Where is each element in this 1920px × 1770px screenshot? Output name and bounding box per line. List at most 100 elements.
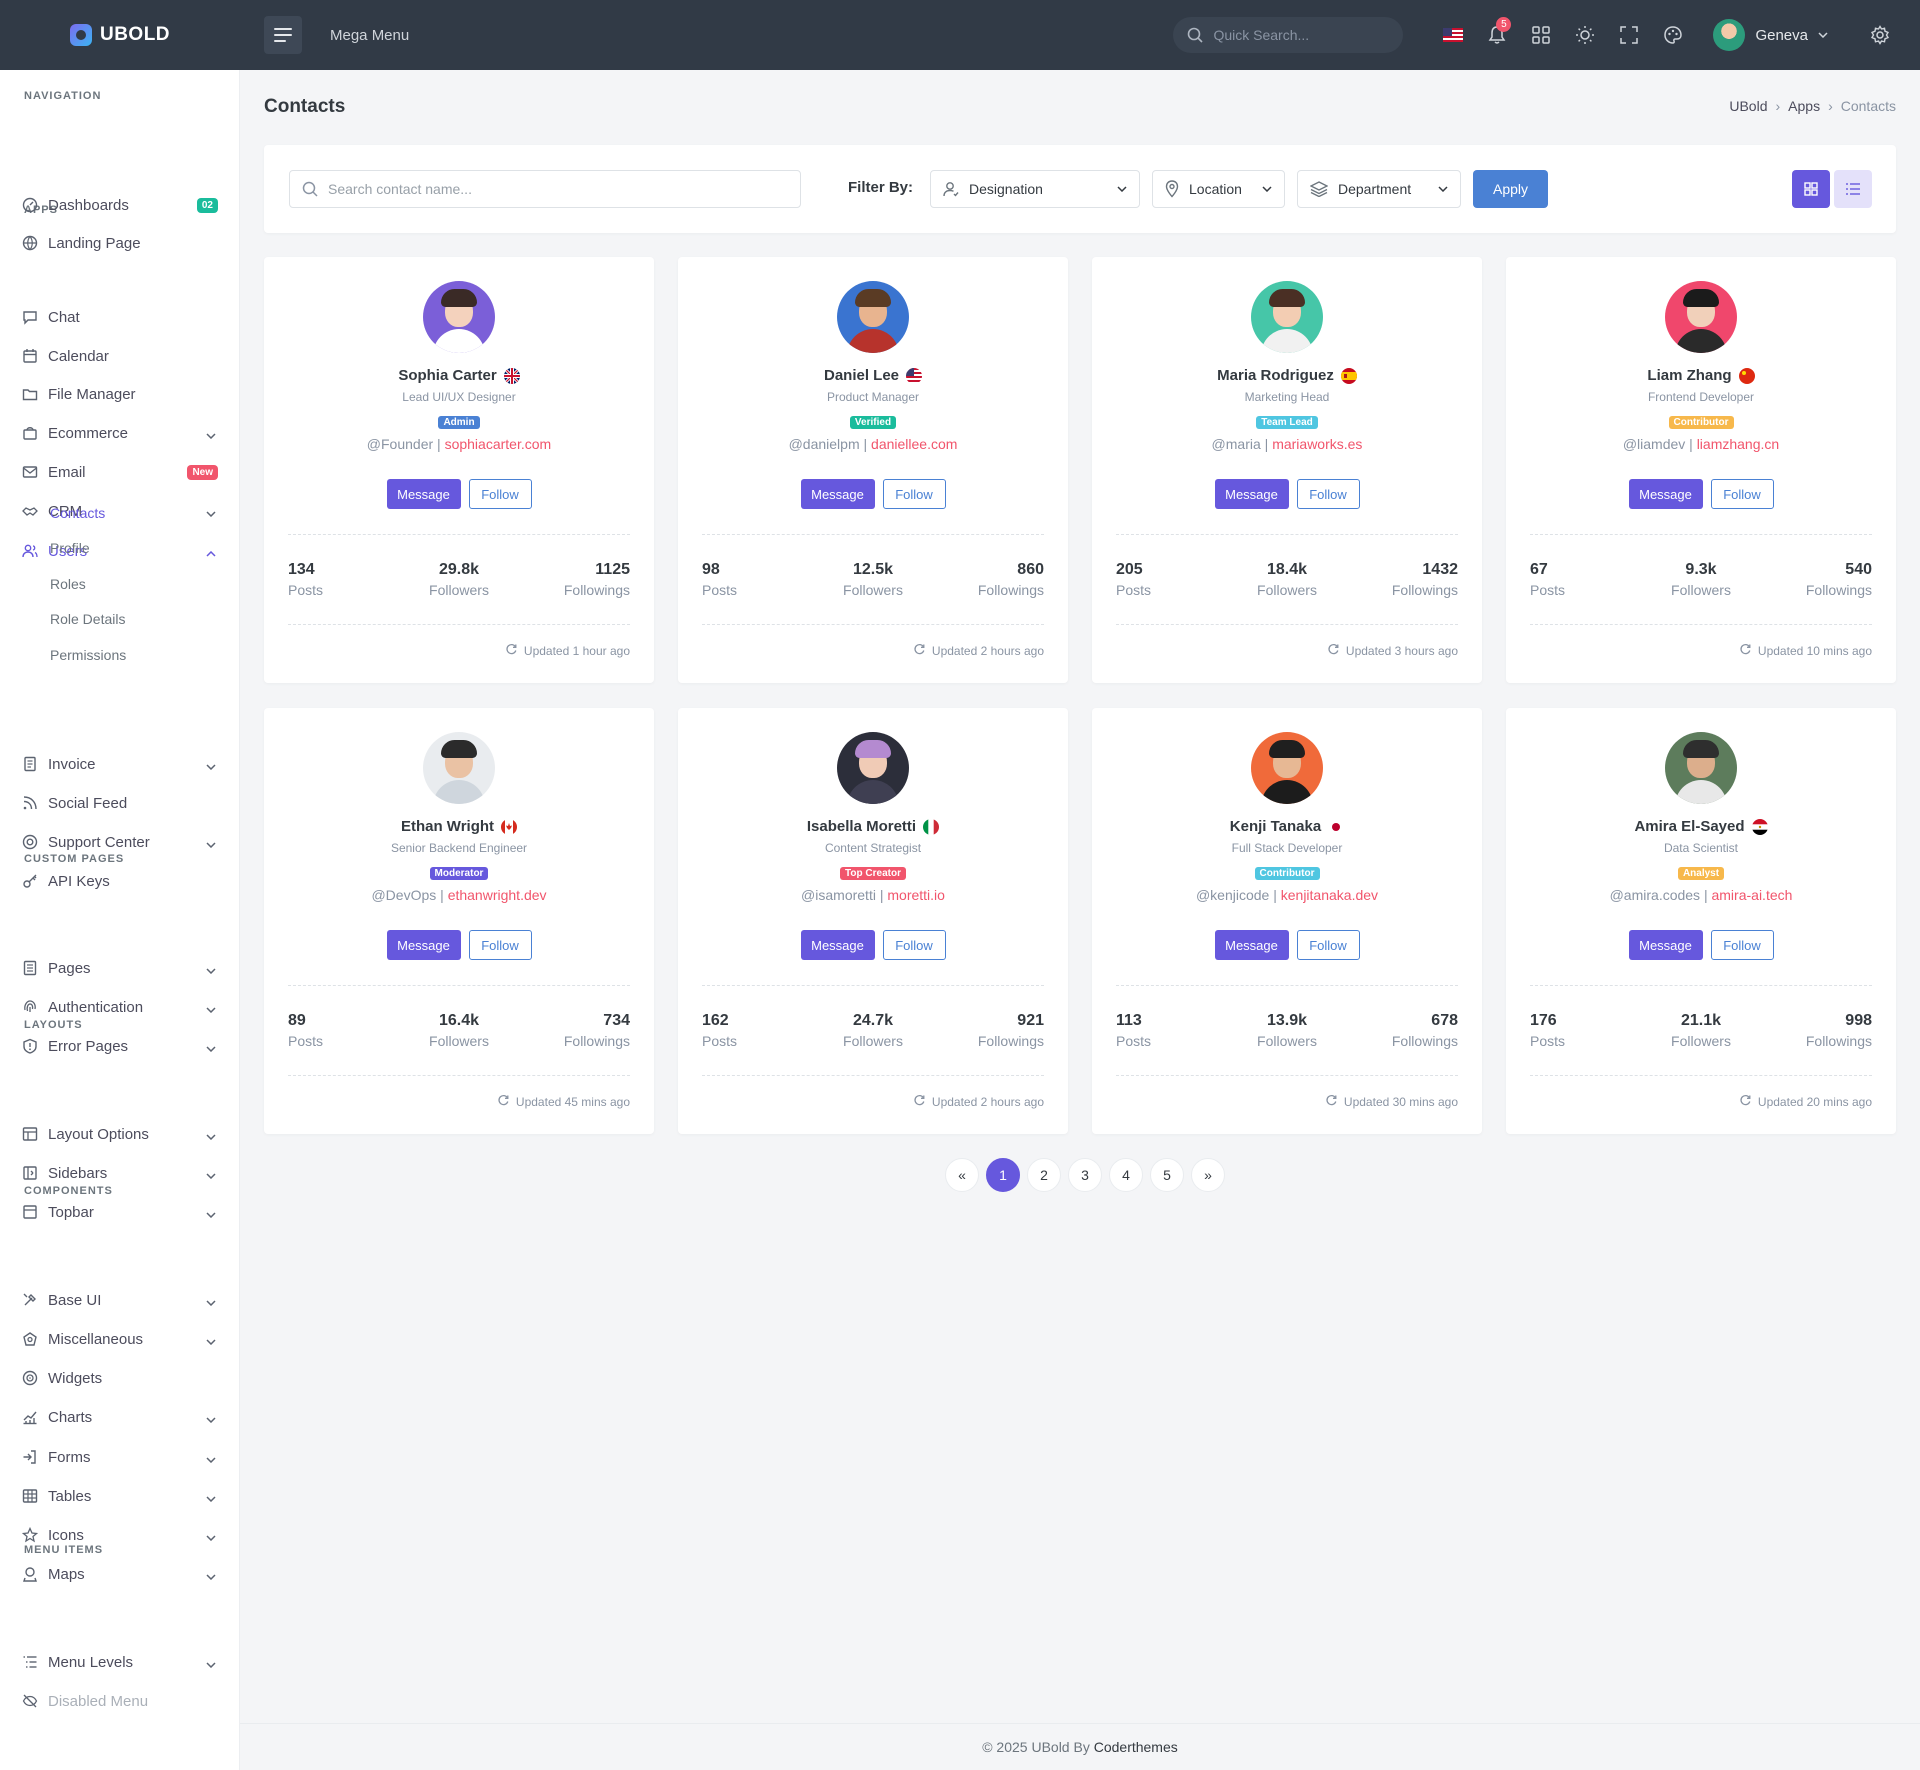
sidebar-subitem-permissions[interactable]: Permissions xyxy=(50,647,126,663)
contact-name[interactable]: Isabella Moretti xyxy=(807,818,916,835)
language-selector[interactable] xyxy=(1431,13,1475,57)
sidebar-item-sidebars[interactable]: Sidebars xyxy=(0,1156,240,1190)
palette-button[interactable] xyxy=(1651,13,1695,57)
sidebar-item-support-center[interactable]: Support Center xyxy=(0,825,240,859)
message-button[interactable]: Message xyxy=(1214,930,1289,960)
sidebar-item-maps[interactable]: Maps xyxy=(0,1557,240,1591)
footer-company-link[interactable]: Coderthemes xyxy=(1094,1739,1178,1755)
pagination-next-button[interactable]: » xyxy=(1191,1158,1225,1192)
sidebar-item-authentication[interactable]: Authentication xyxy=(0,990,240,1024)
contact-name[interactable]: Sophia Carter xyxy=(398,367,496,384)
settings-button[interactable] xyxy=(1858,13,1902,57)
message-button[interactable]: Message xyxy=(386,479,461,509)
contact-avatar[interactable] xyxy=(1251,732,1323,804)
sidebar-item-landing-page[interactable]: Landing Page xyxy=(0,226,240,260)
sidebar-item-social-feed[interactable]: Social Feed xyxy=(0,786,240,820)
pagination-page-1[interactable]: 1 xyxy=(986,1158,1020,1192)
sidebar-item-dashboards[interactable]: Dashboards 02 xyxy=(0,188,240,222)
location-select[interactable]: Location xyxy=(1152,170,1285,208)
message-button[interactable]: Message xyxy=(1628,930,1703,960)
contact-website-link[interactable]: moretti.io xyxy=(887,887,945,903)
sidebar-subitem-contacts[interactable]: Contacts xyxy=(50,505,105,521)
contact-avatar[interactable] xyxy=(1665,281,1737,353)
contact-avatar[interactable] xyxy=(1251,281,1323,353)
contact-website-link[interactable]: ethanwright.dev xyxy=(448,887,547,903)
contact-name[interactable]: Daniel Lee xyxy=(824,367,899,384)
follow-button[interactable]: Follow xyxy=(1710,930,1774,960)
follow-button[interactable]: Follow xyxy=(882,930,946,960)
follow-button[interactable]: Follow xyxy=(468,930,532,960)
message-button[interactable]: Message xyxy=(1214,479,1289,509)
contact-website-link[interactable]: kenjitanaka.dev xyxy=(1281,887,1378,903)
follow-button[interactable]: Follow xyxy=(1296,479,1360,509)
contact-name[interactable]: Amira El-Sayed xyxy=(1634,818,1744,835)
designation-select[interactable]: Designation xyxy=(930,170,1140,208)
fullscreen-button[interactable] xyxy=(1607,13,1651,57)
pagination-prev-button[interactable]: « xyxy=(945,1158,979,1192)
sidebar-item-pages[interactable]: Pages xyxy=(0,951,240,985)
follow-button[interactable]: Follow xyxy=(1710,479,1774,509)
contact-website-link[interactable]: liamzhang.cn xyxy=(1697,436,1780,452)
contact-avatar[interactable] xyxy=(837,732,909,804)
sidebar-item-error-pages[interactable]: Error Pages xyxy=(0,1029,240,1063)
sidebar-item-email[interactable]: Email New xyxy=(0,455,240,489)
sidebar-item-icons[interactable]: Icons xyxy=(0,1518,240,1552)
message-button[interactable]: Message xyxy=(1628,479,1703,509)
contact-avatar[interactable] xyxy=(837,281,909,353)
sidebar-subitem-role-details[interactable]: Role Details xyxy=(50,611,125,627)
pagination-page-5[interactable]: 5 xyxy=(1150,1158,1184,1192)
contact-website-link[interactable]: amira-ai.tech xyxy=(1711,887,1792,903)
sidebar-item-miscellaneous[interactable]: Miscellaneous xyxy=(0,1322,240,1356)
sidebar-item-layout-options[interactable]: Layout Options xyxy=(0,1117,240,1151)
contact-website-link[interactable]: daniellee.com xyxy=(871,436,957,452)
sidebar-item-charts[interactable]: Charts xyxy=(0,1400,240,1434)
quick-search-input[interactable]: Quick Search... xyxy=(1173,17,1404,53)
sidebar-item-widgets[interactable]: Widgets xyxy=(0,1361,240,1395)
contact-name[interactable]: Ethan Wright xyxy=(401,818,494,835)
follow-button[interactable]: Follow xyxy=(468,479,532,509)
menu-toggle-button[interactable] xyxy=(264,16,302,54)
contact-website-link[interactable]: mariaworks.es xyxy=(1272,436,1362,452)
theme-toggle-button[interactable] xyxy=(1563,13,1607,57)
contact-name[interactable]: Maria Rodriguez xyxy=(1217,367,1334,384)
pagination-page-2[interactable]: 2 xyxy=(1027,1158,1061,1192)
sidebar-item-forms[interactable]: Forms xyxy=(0,1440,240,1474)
breadcrumb-ubold[interactable]: UBold xyxy=(1729,98,1767,114)
follow-button[interactable]: Follow xyxy=(1296,930,1360,960)
department-select[interactable]: Department xyxy=(1297,170,1461,208)
contact-search-input[interactable]: Search contact name... xyxy=(289,170,801,208)
brand-logo[interactable]: UBOLD xyxy=(0,24,240,46)
sidebar-item-base-ui[interactable]: Base UI xyxy=(0,1283,240,1317)
sidebar-item-ecommerce[interactable]: Ecommerce xyxy=(0,416,240,450)
sidebar-item-chat[interactable]: Chat xyxy=(0,300,240,334)
message-button[interactable]: Message xyxy=(386,930,461,960)
pagination-page-3[interactable]: 3 xyxy=(1068,1158,1102,1192)
apps-button[interactable] xyxy=(1519,13,1563,57)
message-button[interactable]: Message xyxy=(800,930,875,960)
pagination-page-4[interactable]: 4 xyxy=(1109,1158,1143,1192)
apply-filters-button[interactable]: Apply xyxy=(1473,170,1548,208)
follow-button[interactable]: Follow xyxy=(882,479,946,509)
sidebar-subitem-profile[interactable]: Profile xyxy=(50,540,90,556)
list-view-button[interactable] xyxy=(1834,170,1872,208)
contact-avatar[interactable] xyxy=(1665,732,1737,804)
message-button[interactable]: Message xyxy=(800,479,875,509)
sidebar-item-file-manager[interactable]: File Manager xyxy=(0,377,240,411)
sidebar-item-calendar[interactable]: Calendar xyxy=(0,339,240,373)
sidebar-item-invoice[interactable]: Invoice xyxy=(0,747,240,781)
mega-menu-link[interactable]: Mega Menu xyxy=(330,27,409,44)
sidebar-item-api-keys[interactable]: API Keys xyxy=(0,864,240,898)
sidebar-item-topbar[interactable]: Topbar xyxy=(0,1195,240,1229)
sidebar-item-users[interactable]: Users xyxy=(0,534,240,568)
grid-view-button[interactable] xyxy=(1792,170,1830,208)
user-menu[interactable]: Geneva xyxy=(1713,19,1828,51)
contact-avatar[interactable] xyxy=(423,281,495,353)
notifications-button[interactable]: 5 xyxy=(1475,13,1519,57)
contact-avatar[interactable] xyxy=(423,732,495,804)
sidebar-item-tables[interactable]: Tables xyxy=(0,1479,240,1513)
sidebar-subitem-roles[interactable]: Roles xyxy=(50,576,86,592)
breadcrumb-apps[interactable]: Apps xyxy=(1788,98,1820,114)
contact-website-link[interactable]: sophiacarter.com xyxy=(445,436,552,452)
sidebar-item-menu-levels[interactable]: Menu Levels xyxy=(0,1645,240,1679)
contact-name[interactable]: Liam Zhang xyxy=(1647,367,1731,384)
